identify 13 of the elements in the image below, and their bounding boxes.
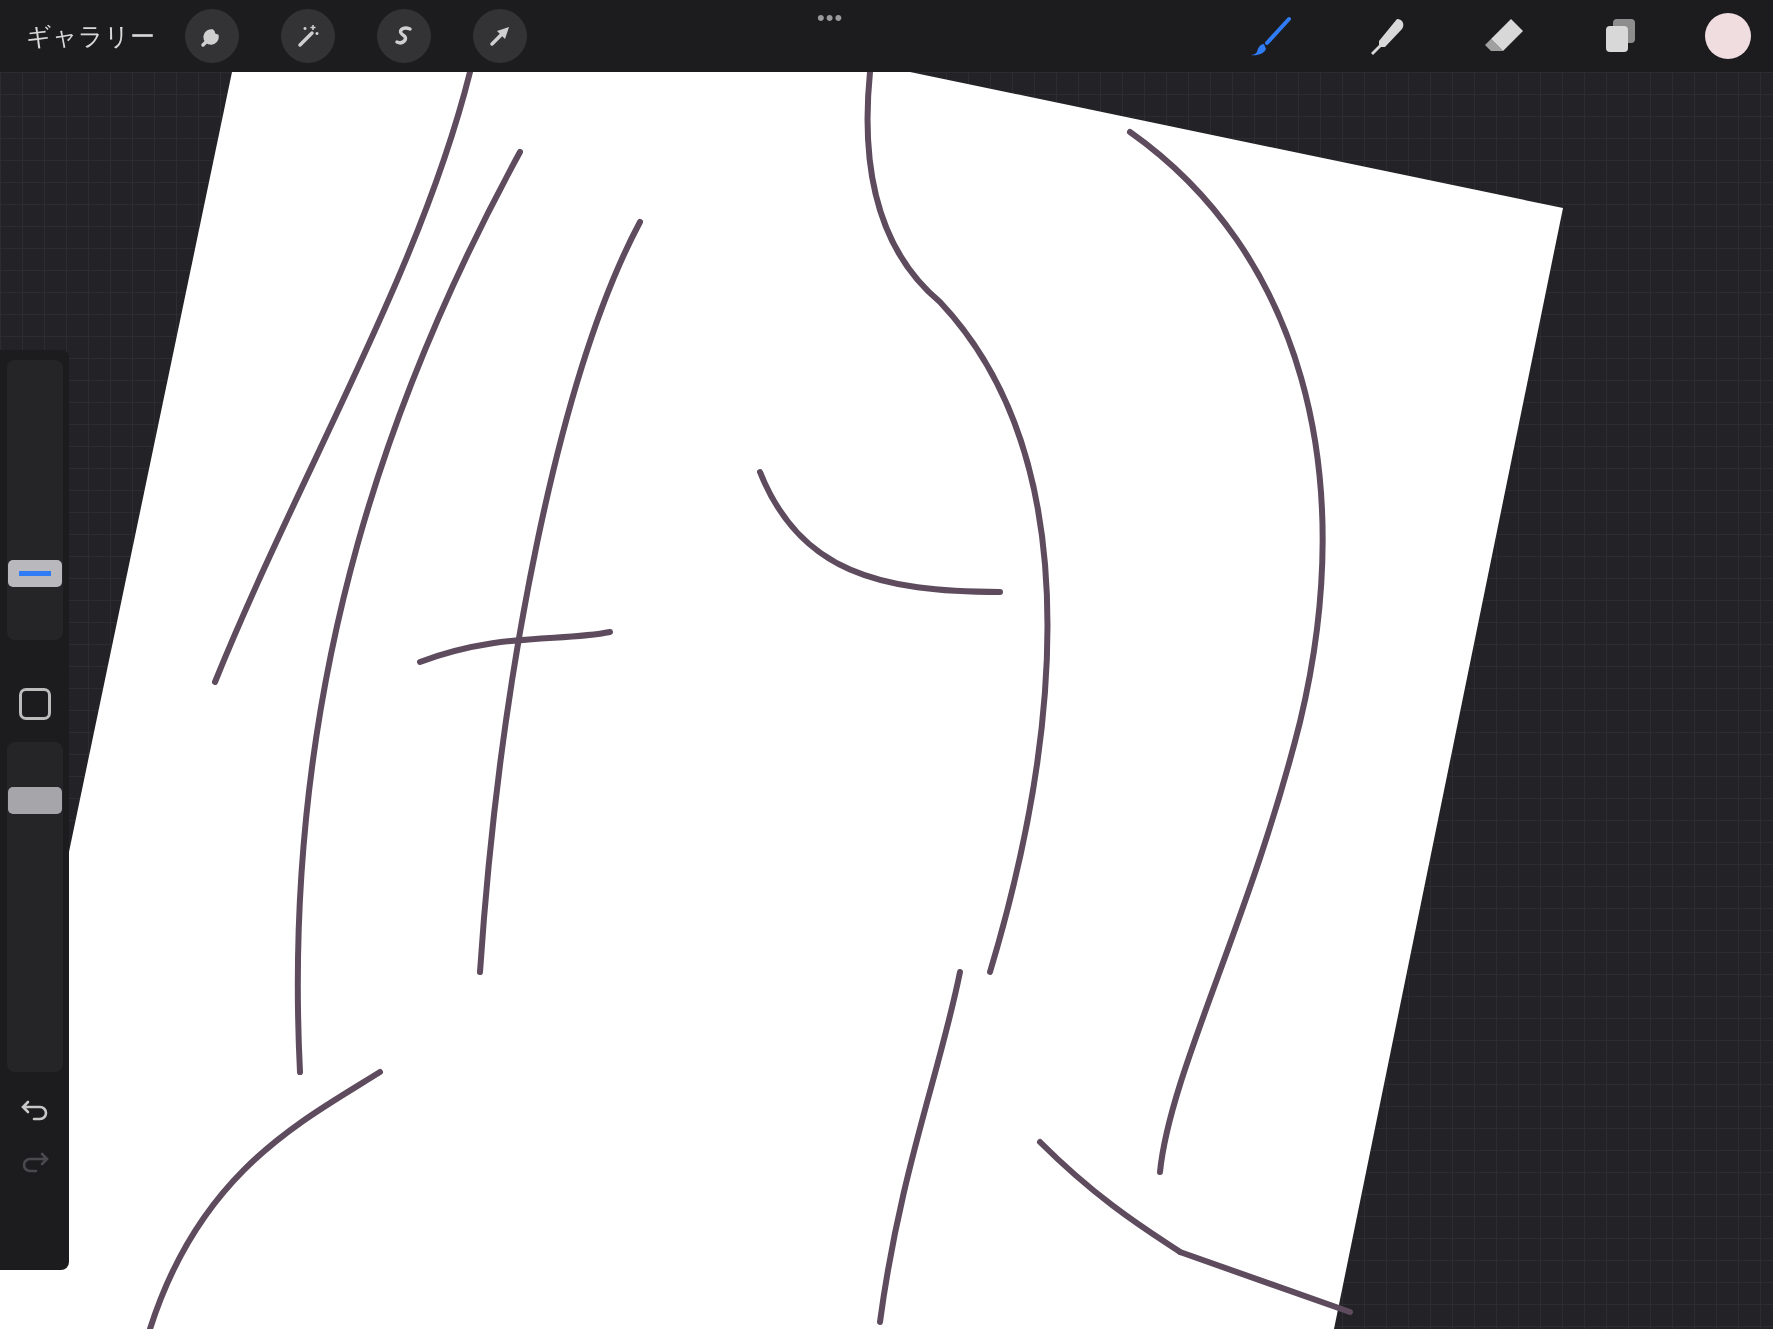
gallery-button[interactable]: ギャラリー [26,19,155,53]
slider-thumb[interactable] [7,787,62,815]
wrench-tool-button[interactable] [185,9,239,63]
color-swatch[interactable] [1705,13,1751,59]
magic-wand-icon [295,23,321,49]
slider-thumb[interactable] [7,559,62,587]
opacity-slider[interactable] [6,742,63,1072]
wand-tool-button[interactable] [281,9,335,63]
transform-tool-button[interactable] [473,9,527,63]
brush-size-slider[interactable] [6,360,63,640]
more-button[interactable]: ••• [817,5,844,31]
selection-tool-button[interactable] [377,9,431,63]
modify-button[interactable] [18,688,51,720]
